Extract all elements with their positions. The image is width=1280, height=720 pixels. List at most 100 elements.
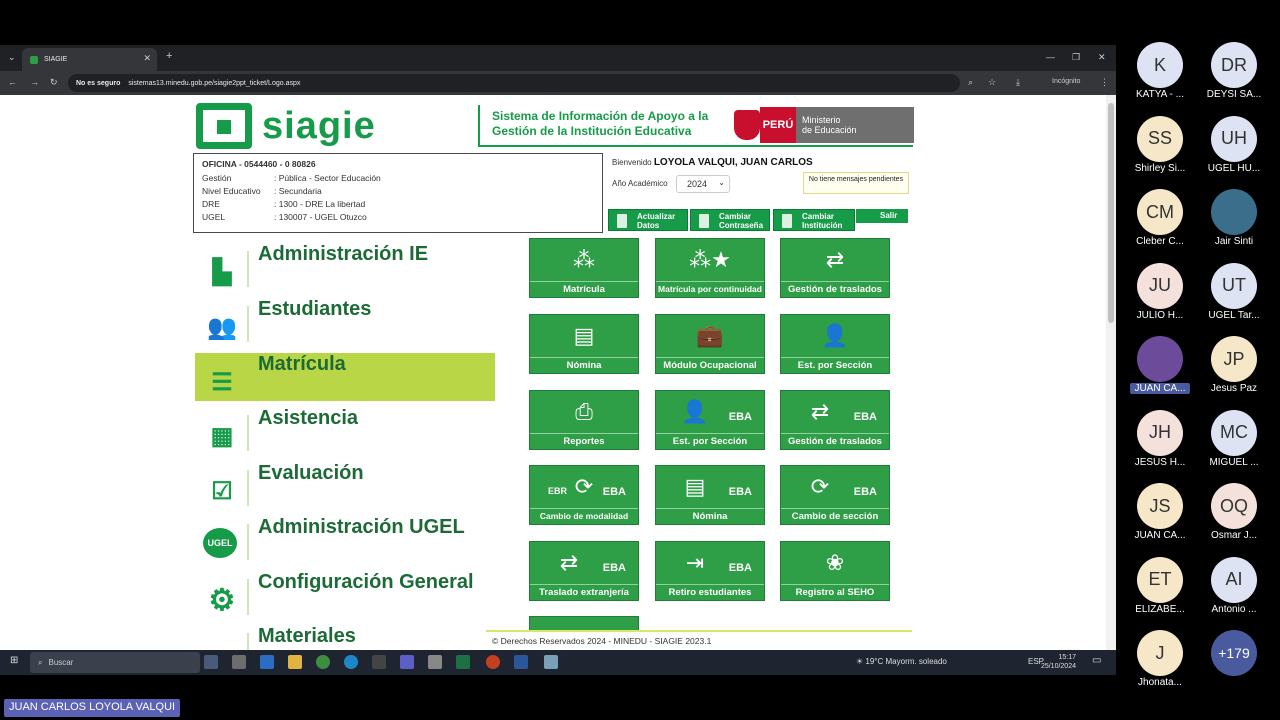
minimize-icon[interactable]: — bbox=[1046, 52, 1055, 62]
teams-icon[interactable] bbox=[400, 655, 414, 669]
windows-start-icon[interactable]: ⊞ bbox=[10, 655, 18, 666]
tile-gestion-traslados[interactable]: ⇄ Gestión de traslados bbox=[780, 238, 890, 298]
tile-nomina[interactable]: ▤ Nómina bbox=[529, 314, 639, 374]
tile-label: Gestión de traslados bbox=[781, 433, 889, 448]
menu-matricula[interactable]: ☰ Matrícula bbox=[195, 353, 495, 401]
notification-icon[interactable]: ▭ bbox=[1092, 655, 1101, 666]
tile-registro-seho[interactable]: ❀ Registro al SEHO bbox=[780, 541, 890, 601]
tile-est-por-seccion[interactable]: 👤 Est. por Sección bbox=[780, 314, 890, 374]
powerpoint-icon[interactable] bbox=[486, 655, 500, 669]
excel-icon[interactable] bbox=[456, 655, 470, 669]
incognito-label[interactable]: Incógnito bbox=[1052, 78, 1080, 85]
menu-configuracion-general[interactable]: ⚙ Configuración General bbox=[195, 571, 495, 619]
outlook-icon[interactable] bbox=[260, 655, 274, 669]
logout-button[interactable]: Salir bbox=[856, 209, 908, 223]
messages-box[interactable]: No tiene mensajes pendientes bbox=[803, 172, 909, 194]
scroll-thumb[interactable] bbox=[1108, 103, 1114, 323]
tile-nomina-eba[interactable]: ▤ EBA Nómina bbox=[655, 465, 765, 525]
back-icon[interactable]: ← bbox=[8, 77, 17, 87]
task-view-icon[interactable] bbox=[204, 655, 218, 669]
weather-info[interactable]: ☀ 19°C Mayorm. soleado bbox=[856, 657, 947, 666]
change-password-button[interactable]: Cambiar Contraseña bbox=[690, 209, 770, 231]
tile-label: Traslado extranjería bbox=[530, 584, 638, 599]
participant-tile[interactable]: JS JUAN CA... bbox=[1130, 483, 1190, 541]
participant-tile[interactable]: OQ Osmar J... bbox=[1204, 483, 1264, 541]
taskbar-search[interactable]: ⌕ Buscar bbox=[30, 652, 200, 673]
update-data-button[interactable]: Actualizar Datos bbox=[608, 209, 688, 231]
chrome-icon[interactable] bbox=[316, 655, 330, 669]
tile-label: Registro al SEHO bbox=[781, 584, 889, 599]
new-tab-icon[interactable]: + bbox=[166, 50, 172, 62]
menu-estudiantes[interactable]: 👥 Estudiantes bbox=[195, 298, 495, 346]
participant-tile[interactable]: JUAN CA... bbox=[1130, 336, 1190, 394]
tab-list-icon[interactable]: ⌄ bbox=[8, 52, 16, 63]
academic-year-select[interactable]: 2024 ⌄ bbox=[676, 175, 730, 193]
bookmark-star-icon[interactable]: ☆ bbox=[988, 77, 996, 88]
participant-tile[interactable]: JH JESUS H... bbox=[1130, 409, 1190, 468]
close-tab-icon[interactable]: ✕ bbox=[143, 53, 151, 64]
siagie-logo[interactable]: siagie bbox=[196, 103, 376, 149]
system-clock[interactable]: 15:17 25/10/2024 bbox=[1041, 653, 1076, 671]
eba-badge: EBA bbox=[602, 562, 626, 574]
info-key: Nivel Educativo bbox=[202, 186, 261, 196]
participant-tile[interactable]: UH UGEL HU... bbox=[1204, 115, 1264, 174]
tile-est-por-seccion-eba[interactable]: 👤 EBA Est. por Sección bbox=[655, 390, 765, 450]
participant-tile[interactable]: CM Cleber C... bbox=[1130, 189, 1190, 247]
participant-name: Antonio ... bbox=[1211, 603, 1257, 615]
participant-tile[interactable]: MC MIGUEL ... bbox=[1204, 409, 1264, 468]
zoom-icon[interactable]: ⌕ bbox=[968, 77, 973, 88]
participant-tile[interactable]: +179 bbox=[1204, 630, 1264, 677]
tile-retiro-estudiantes[interactable]: ⇥ EBA Retiro estudiantes bbox=[655, 541, 765, 601]
change-institution-button[interactable]: Cambiar Institución bbox=[773, 209, 855, 231]
participant-tile[interactable]: JP Jesus Paz bbox=[1204, 336, 1264, 394]
tile-traslado-extranjeria[interactable]: ⇄ EBA Traslado extranjería bbox=[529, 541, 639, 601]
menu-divider bbox=[247, 470, 249, 506]
participant-tile[interactable]: JU JULIO H... bbox=[1130, 262, 1190, 321]
menu-administracion-ugel[interactable]: UGEL Administración UGEL bbox=[195, 516, 495, 564]
store-icon[interactable] bbox=[232, 655, 246, 669]
file-explorer-icon[interactable] bbox=[288, 655, 302, 669]
participant-name: KATYA - ... bbox=[1136, 89, 1184, 100]
participant-tile[interactable]: DR DEYSI SA... bbox=[1204, 42, 1264, 100]
forward-icon[interactable]: → bbox=[30, 77, 39, 87]
menu-administracion-ie[interactable]: ▙ Administración IE bbox=[195, 243, 495, 291]
app-icon[interactable] bbox=[372, 655, 386, 669]
tools-icon[interactable] bbox=[428, 655, 442, 669]
participant-tile[interactable]: AI Antonio ... bbox=[1204, 556, 1264, 615]
download-icon[interactable]: ⤓ bbox=[1016, 77, 1020, 88]
url-field[interactable]: No es seguro sistemas13.minedu.gob.pe/si… bbox=[68, 74, 960, 92]
tile-matricula-continuidad[interactable]: ⁂★ Matrícula por continuidad bbox=[655, 238, 765, 298]
menu-asistencia[interactable]: ▦ Asistencia bbox=[195, 407, 495, 455]
participant-tile[interactable]: SS Shirley Si... bbox=[1130, 115, 1190, 174]
tab-siagie[interactable]: SIAGIE ✕ bbox=[22, 48, 157, 71]
tile-gestion-traslados-eba[interactable]: ⇄ EBA Gestión de traslados bbox=[780, 390, 890, 450]
tile-cambio-modalidad[interactable]: EBR ⟳ EBA Cambio de modalidad bbox=[529, 465, 639, 525]
participant-tile[interactable]: J Jhonata... bbox=[1130, 630, 1190, 688]
tile-modulo-ocupacional[interactable]: 💼 Módulo Ocupacional bbox=[655, 314, 765, 374]
word-icon[interactable] bbox=[514, 655, 528, 669]
menu-divider bbox=[247, 251, 249, 287]
participant-tile[interactable]: Jair Sinti bbox=[1204, 189, 1264, 247]
section-icon: 👤 bbox=[821, 323, 849, 348]
edge-icon[interactable] bbox=[344, 655, 358, 669]
menu-evaluacion[interactable]: ☑ Evaluación bbox=[195, 462, 495, 510]
participant-tile[interactable]: ET ELIZABE... bbox=[1130, 556, 1190, 615]
search-icon: ⌕ bbox=[38, 657, 43, 667]
tile-reportes[interactable]: ⎙ Reportes bbox=[529, 390, 639, 450]
menu-icon[interactable]: ⋮ bbox=[1100, 77, 1109, 88]
app-icon-2[interactable] bbox=[544, 655, 558, 669]
weather-icon: ☀ bbox=[856, 657, 866, 666]
welcome-text: Bienvenido LOYOLA VALQUI, JUAN CARLOS bbox=[612, 157, 813, 168]
reload-icon[interactable]: ↻ bbox=[50, 77, 58, 88]
maximize-icon[interactable]: ❐ bbox=[1072, 52, 1080, 63]
tile-matricula[interactable]: ⁂ Matrícula bbox=[529, 238, 639, 298]
participant-tile[interactable]: K KATYA - ... bbox=[1130, 42, 1190, 100]
close-window-icon[interactable]: ✕ bbox=[1098, 52, 1106, 63]
participant-name: DEYSI SA... bbox=[1206, 89, 1262, 100]
participant-tile[interactable]: UT UGEL Tar... bbox=[1204, 262, 1264, 321]
info-value: : 130007 - UGEL Otuzco bbox=[274, 212, 367, 222]
page-scrollbar[interactable] bbox=[1106, 95, 1116, 675]
tile-cambio-seccion[interactable]: ⟳ EBA Cambio de sección bbox=[780, 465, 890, 525]
gear-icon: ⚙ bbox=[208, 583, 236, 617]
participant-name: JUAN CA... bbox=[1130, 383, 1190, 394]
